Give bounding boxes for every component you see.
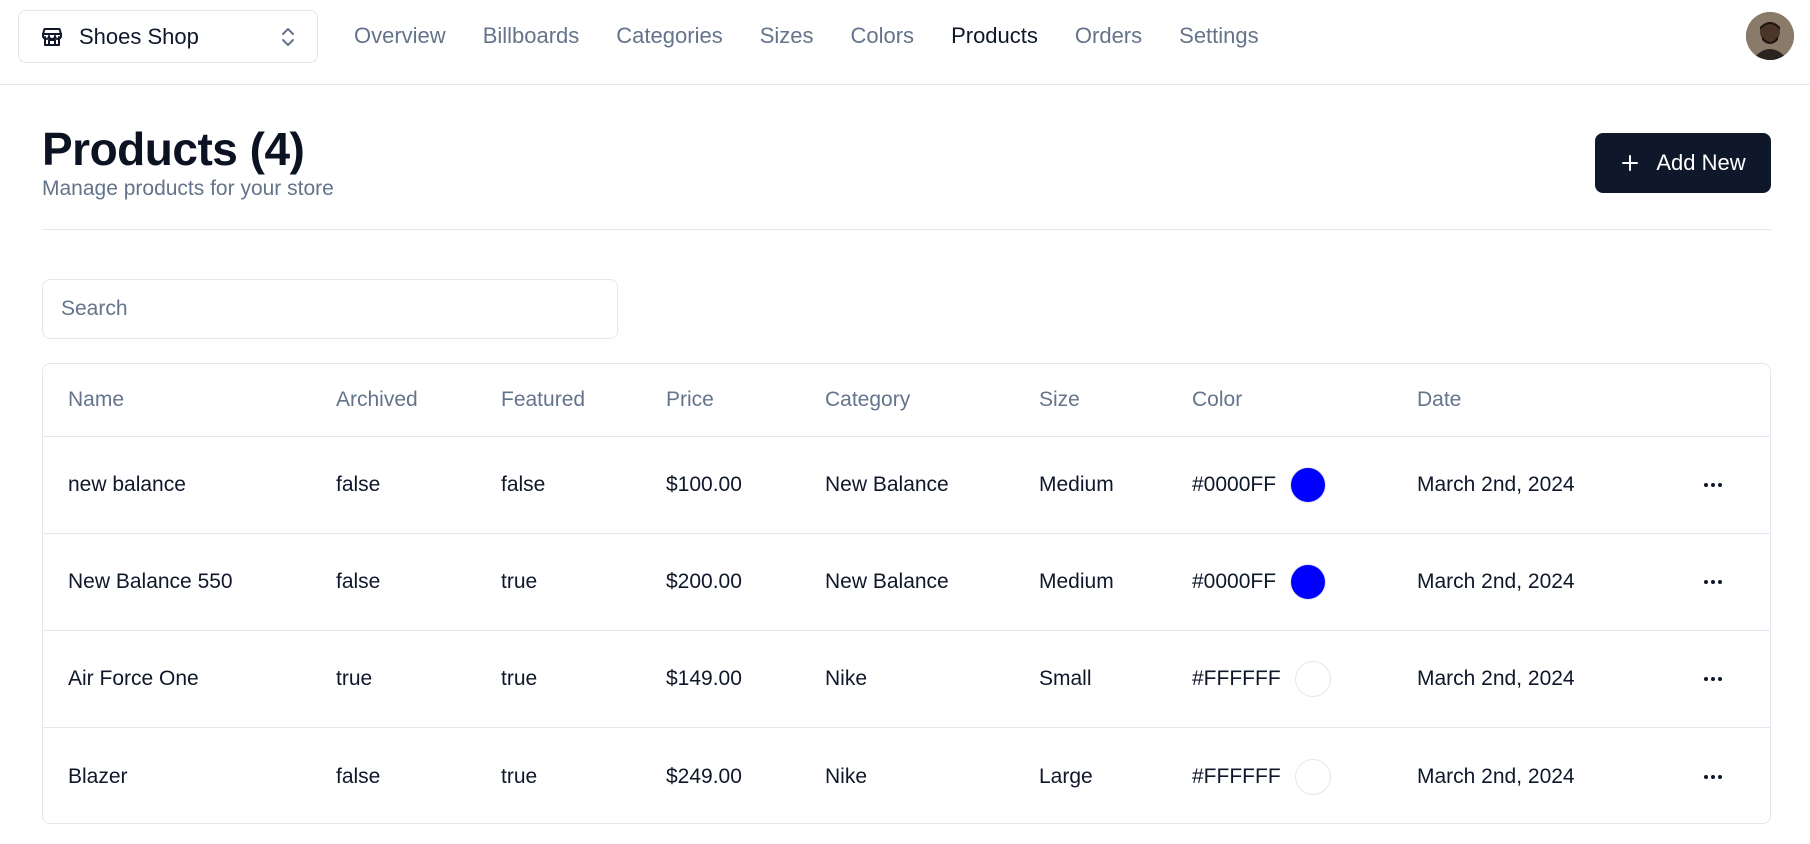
cell-date: March 2nd, 2024 xyxy=(1417,570,1575,593)
row-actions-button[interactable] xyxy=(1693,534,1733,630)
color-swatch xyxy=(1294,661,1331,697)
page-title: Products (4) xyxy=(42,123,305,175)
table-row[interactable]: new balance false false $100.00 New Bala… xyxy=(43,437,1770,534)
products-table: Name Archived Featured Price Category Si… xyxy=(42,363,1771,824)
cell-price: $200.00 xyxy=(666,570,742,593)
cell-name: Air Force One xyxy=(68,667,199,690)
nav-orders[interactable]: Orders xyxy=(1075,23,1142,49)
column-header-category[interactable]: Category xyxy=(825,364,910,436)
cell-name: Blazer xyxy=(68,764,128,788)
plus-icon xyxy=(1620,153,1640,173)
column-header-name[interactable]: Name xyxy=(68,364,124,436)
cell-category: Nike xyxy=(825,667,868,690)
color-swatch xyxy=(1294,758,1331,795)
nav-sizes[interactable]: Sizes xyxy=(760,23,814,49)
row-actions-button[interactable] xyxy=(1693,631,1733,727)
column-header-color[interactable]: Color xyxy=(1192,364,1242,436)
nav-settings[interactable]: Settings xyxy=(1179,23,1259,49)
cell-archived: true xyxy=(336,667,373,690)
cell-featured: true xyxy=(501,570,538,593)
search-input[interactable] xyxy=(42,279,618,339)
store-switcher[interactable]: Shoes Shop xyxy=(18,10,318,63)
color-swatch xyxy=(1290,564,1327,600)
header-divider xyxy=(42,229,1771,230)
cell-size: Medium xyxy=(1039,473,1114,496)
color-hex: #FFFFFF xyxy=(1192,667,1281,690)
user-avatar[interactable] xyxy=(1746,12,1794,60)
cell-archived: false xyxy=(336,764,381,788)
cell-category: New Balance xyxy=(825,570,949,593)
column-header-date[interactable]: Date xyxy=(1417,364,1461,436)
main-nav: Overview Billboards Categories Sizes Col… xyxy=(354,0,1296,72)
cell-price: $100.00 xyxy=(666,473,742,496)
cell-date: March 2nd, 2024 xyxy=(1417,764,1575,788)
cell-date: March 2nd, 2024 xyxy=(1417,667,1575,690)
cell-color: #0000FF xyxy=(1192,534,1327,630)
column-header-price[interactable]: Price xyxy=(666,364,714,436)
nav-colors[interactable]: Colors xyxy=(850,23,914,49)
add-new-label: Add New xyxy=(1656,150,1746,175)
cell-featured: true xyxy=(501,764,538,788)
nav-categories[interactable]: Categories xyxy=(616,23,722,49)
more-horizontal-icon xyxy=(1704,677,1722,681)
color-hex: #0000FF xyxy=(1192,473,1277,496)
cell-category: Nike xyxy=(825,764,868,788)
cell-featured: true xyxy=(501,667,538,690)
row-actions-button[interactable] xyxy=(1693,437,1733,533)
table-row[interactable]: New Balance 550 false true $200.00 New B… xyxy=(43,534,1770,631)
cell-archived: false xyxy=(336,570,381,593)
more-horizontal-icon xyxy=(1704,580,1722,584)
column-header-archived[interactable]: Archived xyxy=(336,364,418,436)
nav-billboards[interactable]: Billboards xyxy=(483,23,580,49)
color-hex: #0000FF xyxy=(1192,570,1277,593)
cell-archived: false xyxy=(336,473,381,496)
column-header-size[interactable]: Size xyxy=(1039,364,1080,436)
cell-size: Large xyxy=(1039,764,1093,788)
store-name: Shoes Shop xyxy=(79,23,199,49)
nav-overview[interactable]: Overview xyxy=(354,23,446,49)
cell-color: #0000FF xyxy=(1192,437,1327,533)
page-subtitle: Manage products for your store xyxy=(42,177,334,200)
cell-size: Medium xyxy=(1039,570,1114,593)
column-header-featured[interactable]: Featured xyxy=(501,364,585,436)
cell-price: $149.00 xyxy=(666,667,742,690)
store-icon xyxy=(39,24,65,50)
top-navbar: Shoes Shop Overview Billboards Categorie… xyxy=(0,0,1810,85)
add-new-button[interactable]: Add New xyxy=(1595,133,1771,193)
row-actions-button[interactable] xyxy=(1693,728,1733,823)
cell-size: Small xyxy=(1039,667,1092,690)
nav-products[interactable]: Products xyxy=(951,23,1038,49)
cell-featured: false xyxy=(501,473,546,496)
color-hex: #FFFFFF xyxy=(1192,764,1281,788)
cell-color: #FFFFFF xyxy=(1192,728,1331,823)
cell-color: #FFFFFF xyxy=(1192,631,1331,727)
more-horizontal-icon xyxy=(1704,774,1722,779)
cell-name: New Balance 550 xyxy=(68,570,233,593)
chevrons-up-down-icon xyxy=(277,25,299,49)
cell-date: March 2nd, 2024 xyxy=(1417,473,1575,496)
cell-price: $249.00 xyxy=(666,764,742,788)
cell-name: new balance xyxy=(68,473,186,496)
table-row[interactable]: Blazer false true $249.00 Nike Large #FF… xyxy=(43,728,1770,823)
table-row[interactable]: Air Force One true true $149.00 Nike Sma… xyxy=(43,631,1770,728)
more-horizontal-icon xyxy=(1704,483,1722,487)
table-header-row: Name Archived Featured Price Category Si… xyxy=(43,364,1770,437)
cell-category: New Balance xyxy=(825,473,949,496)
color-swatch xyxy=(1290,467,1327,503)
